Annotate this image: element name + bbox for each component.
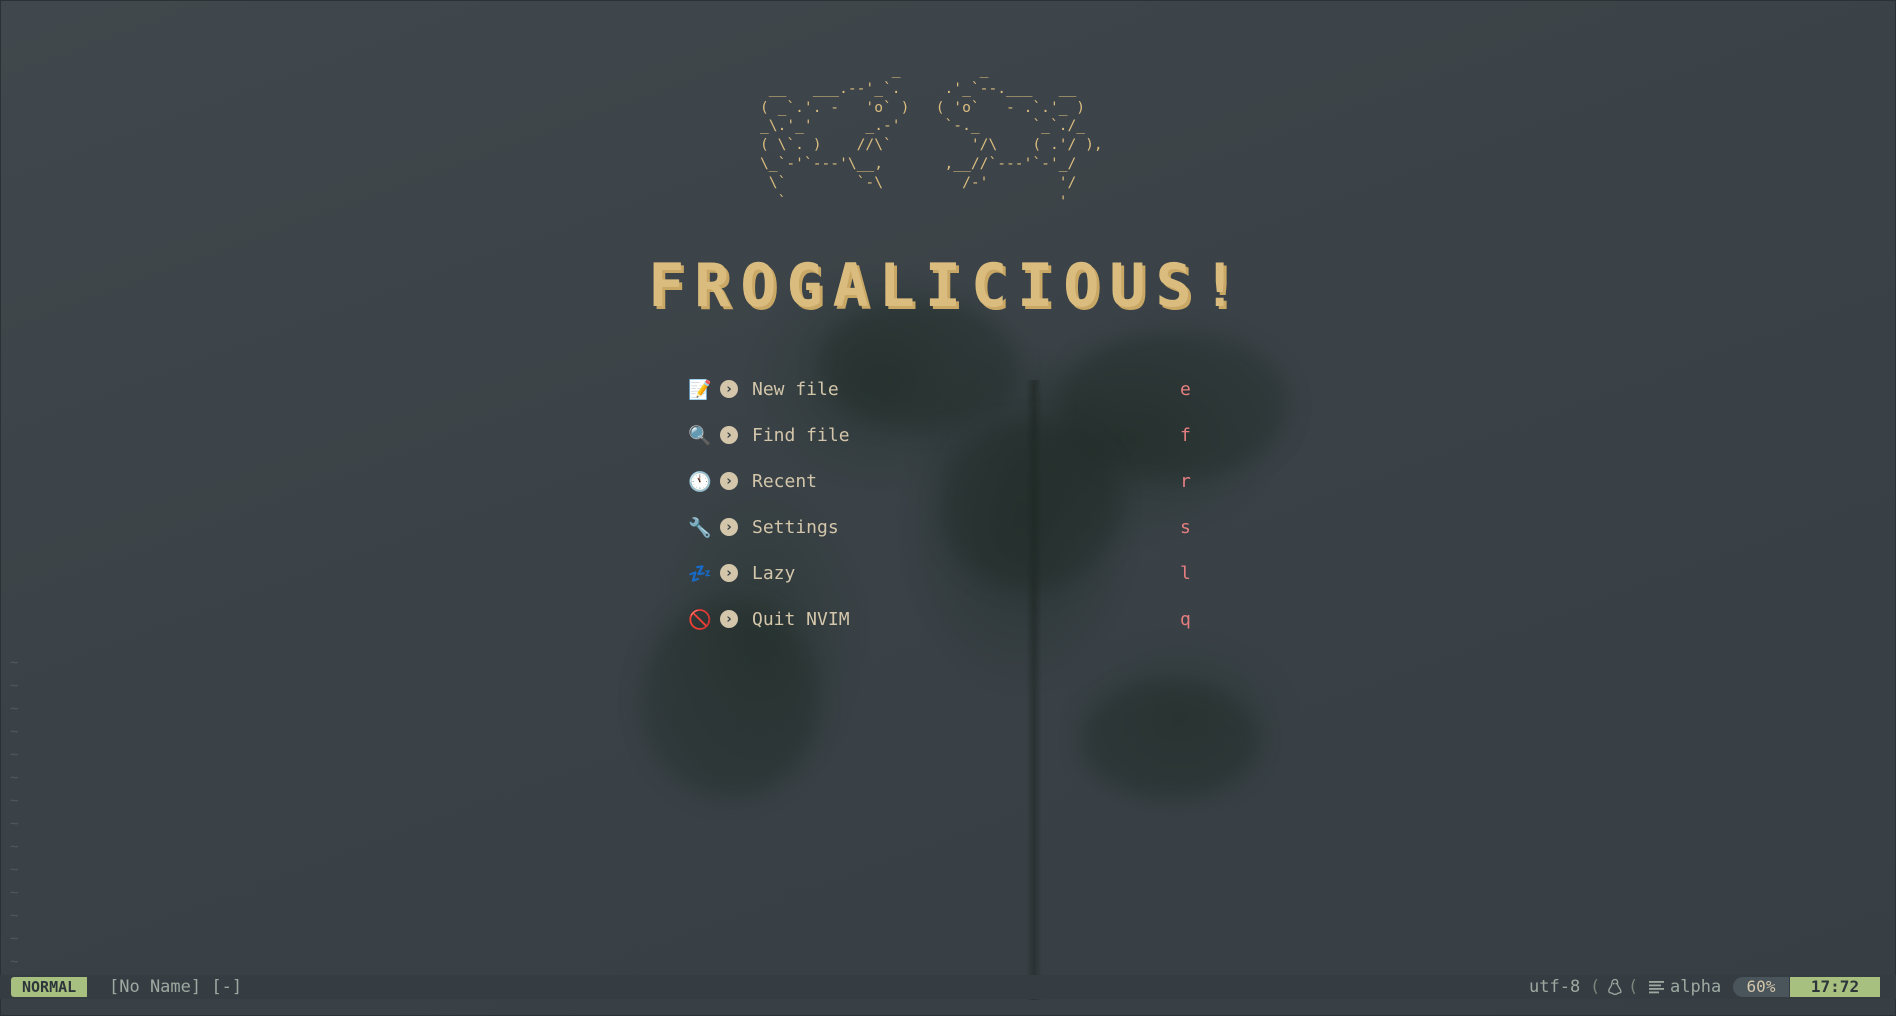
- menu-item-label: Quit NVIM: [752, 608, 850, 630]
- menu-item-shortcut: r: [1180, 470, 1191, 492]
- chevron-right-icon: ›: [720, 472, 738, 490]
- menu-item-label: New file: [752, 378, 839, 400]
- tux-icon: [1608, 978, 1622, 995]
- clock-icon: 🕚: [688, 470, 712, 493]
- file-encoding: utf-8: [1529, 977, 1581, 997]
- mode-indicator: NORMAL: [11, 977, 88, 997]
- filetype-label: alpha: [1670, 977, 1722, 997]
- menu-item-label: Find file: [752, 424, 850, 446]
- scroll-percent: 60%: [1733, 977, 1789, 997]
- magnifier-icon: 🔍: [688, 424, 712, 447]
- menu-item-lazy[interactable]: 💤 › Lazy l: [688, 556, 1200, 590]
- menu-item-label: Lazy: [752, 562, 796, 584]
- chevron-right-icon: ›: [720, 610, 738, 628]
- menu-item-shortcut: e: [1180, 378, 1191, 400]
- menu-item-label: Settings: [752, 516, 839, 538]
- menu-item-shortcut: s: [1180, 516, 1191, 538]
- logo-title: FROGALICIOUS!: [648, 251, 1248, 321]
- menu-item-quit-nvim[interactable]: 🚫 › Quit NVIM q: [688, 602, 1200, 636]
- menu-item-find-file[interactable]: 🔍 › Find file f: [688, 418, 1200, 452]
- chevron-right-icon: ›: [720, 380, 738, 398]
- zzz-icon: 💤: [688, 562, 712, 585]
- statusline: NORMAL [No Name] [-] utf-8 ( ( alpha 60%…: [0, 975, 1896, 999]
- menu-item-recent[interactable]: 🕚 › Recent r: [688, 464, 1200, 498]
- empty-line-markers: ~ ~ ~ ~ ~ ~ ~ ~ ~ ~ ~ ~ ~ ~: [10, 655, 19, 970]
- statusline-separator: (: [1628, 977, 1639, 997]
- memo-icon: 📝: [688, 378, 712, 401]
- ascii-art-header: _ _ __ ___.--'_`. .'_`--.___ __ ( _`.'. …: [760, 61, 1103, 210]
- prohibited-icon: 🚫: [688, 608, 712, 631]
- statusline-separator: (: [1590, 977, 1601, 997]
- chevron-right-icon: ›: [720, 426, 738, 444]
- menu-item-shortcut: l: [1180, 562, 1191, 584]
- buffer-filename: [No Name] [-]: [109, 977, 243, 997]
- chevron-right-icon: ›: [720, 564, 738, 582]
- cursor-position: 17:72: [1790, 977, 1880, 997]
- lines-icon: [1649, 981, 1664, 994]
- leaf-decoration: [1080, 680, 1260, 800]
- menu-item-settings[interactable]: 🔧 › Settings s: [688, 510, 1200, 544]
- menu-item-label: Recent: [752, 470, 818, 492]
- chevron-right-icon: ›: [720, 518, 738, 536]
- wrench-icon: 🔧: [688, 516, 712, 539]
- menu-item-shortcut: q: [1180, 608, 1191, 630]
- menu-item-shortcut: f: [1180, 424, 1191, 446]
- menu-item-new-file[interactable]: 📝 › New file e: [688, 372, 1200, 406]
